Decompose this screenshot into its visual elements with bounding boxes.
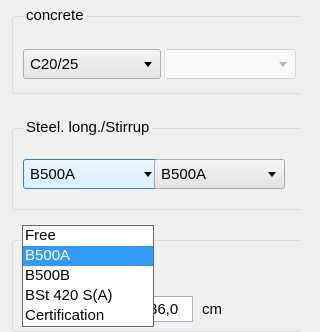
concrete-grade-value: C20/25	[30, 56, 79, 73]
chevron-down-icon	[268, 172, 276, 177]
steel-group-title: Steel. long./Stirrup	[23, 118, 153, 138]
dropdown-option-b500b[interactable]: B500B	[23, 266, 153, 286]
concrete-group-title: concrete	[23, 6, 87, 26]
steel-dropdown-list: Free B500A B500B BSt 420 S(A) Certificat…	[22, 225, 154, 327]
steel-longitudinal-combo[interactable]: B500A	[23, 159, 161, 189]
chevron-down-icon	[144, 62, 152, 67]
dropdown-option-free[interactable]: Free	[23, 226, 153, 246]
concrete-second-combo	[164, 49, 296, 79]
cover-input[interactable]: 36,0	[148, 296, 193, 322]
dropdown-option-bst420[interactable]: BSt 420 S(A)	[23, 286, 153, 306]
chevron-down-icon	[279, 62, 287, 67]
concrete-grade-combo[interactable]: C20/25	[23, 49, 161, 79]
steel-stirrup-combo[interactable]: B500A	[154, 159, 285, 189]
cover-unit: cm	[202, 301, 222, 318]
steel-stirrup-value: B500A	[161, 166, 207, 183]
concrete-group: concrete C20/25	[12, 6, 301, 94]
chevron-down-icon	[144, 172, 152, 177]
steel-longitudinal-value: B500A	[30, 166, 76, 183]
dropdown-option-b500a[interactable]: B500A	[23, 246, 153, 266]
steel-group: Steel. long./Stirrup B500A B500A	[12, 118, 301, 210]
dropdown-option-certification[interactable]: Certification	[23, 306, 153, 326]
